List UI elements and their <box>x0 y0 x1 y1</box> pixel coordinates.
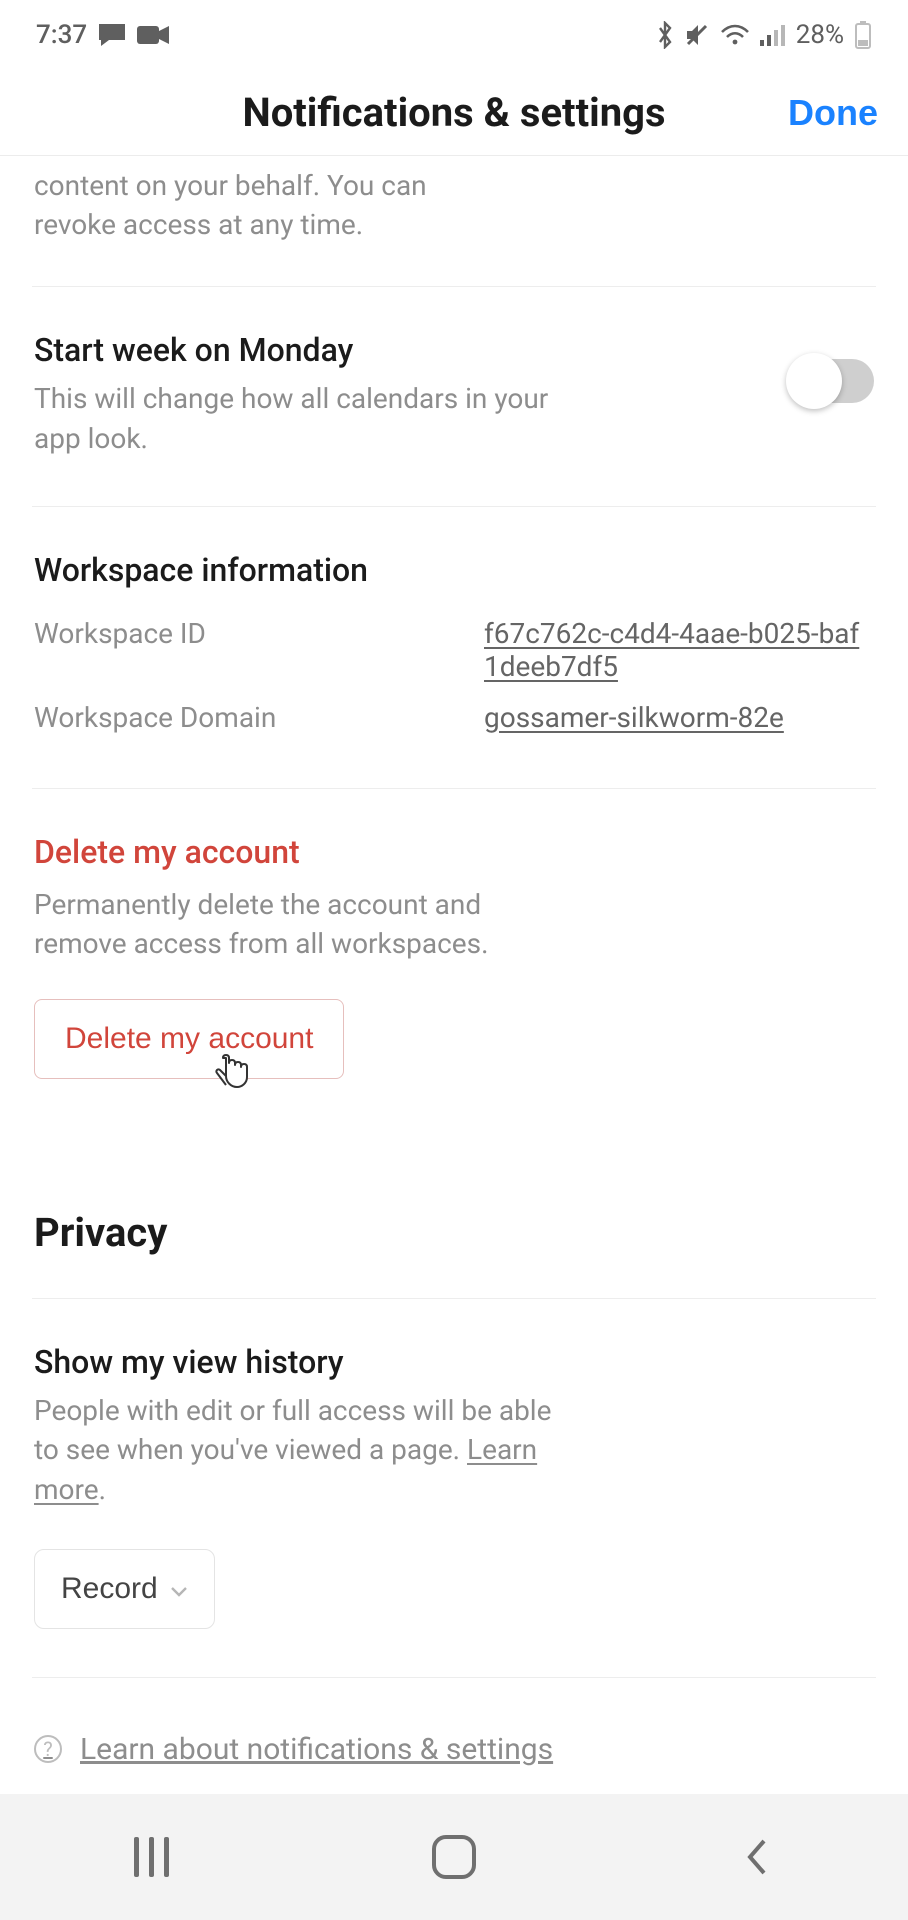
view-history-select[interactable]: Record <box>34 1549 215 1629</box>
partial-setting: content on your behalf. You can revoke a… <box>34 156 874 286</box>
workspace-domain-label: Workspace Domain <box>34 701 454 734</box>
wifi-icon <box>720 24 750 46</box>
delete-account-button[interactable]: Delete my account <box>34 999 344 1079</box>
status-left: 7:37 <box>36 20 169 50</box>
recents-icon <box>134 1837 169 1877</box>
workspace-domain-value[interactable]: gossamer-silkworm-82e <box>484 701 784 734</box>
workspace-section: Workspace information Workspace ID f67c7… <box>34 507 874 788</box>
home-icon <box>432 1835 476 1879</box>
back-icon <box>744 1835 770 1879</box>
page-title: Notifications & settings <box>242 89 665 136</box>
signal-icon <box>760 24 786 46</box>
battery-percent: 28% <box>796 20 844 50</box>
workspace-id-row: Workspace ID f67c762c-c4d4-4aae-b025-baf… <box>34 617 874 683</box>
delete-account-section: Delete my account Permanently delete the… <box>34 789 874 1115</box>
nav-home-button[interactable] <box>374 1835 534 1879</box>
learn-about-text: Learn about notifications & settings <box>80 1732 553 1767</box>
battery-icon <box>854 20 872 50</box>
system-nav-bar <box>0 1794 908 1920</box>
status-bar: 7:37 28% <box>0 0 908 70</box>
view-history-select-label: Record <box>61 1572 158 1606</box>
workspace-id-value[interactable]: f67c762c-c4d4-4aae-b025-baf1deeb7df5 <box>484 617 874 683</box>
bluetooth-icon <box>656 21 674 49</box>
video-icon <box>137 24 169 46</box>
workspace-heading: Workspace information <box>34 551 874 589</box>
partial-setting-desc: content on your behalf. You can revoke a… <box>34 156 504 286</box>
status-right: 28% <box>656 20 872 50</box>
start-week-desc: This will change how all calendars in yo… <box>34 379 594 457</box>
page-header: Notifications & settings Done <box>0 70 908 156</box>
workspace-id-label: Workspace ID <box>34 617 454 683</box>
toggle-knob <box>786 353 842 409</box>
view-history-title: Show my view history <box>34 1343 874 1381</box>
delete-account-desc: Permanently delete the account and remov… <box>34 885 574 963</box>
start-week-title: Start week on Monday <box>34 331 594 369</box>
status-clock: 7:37 <box>36 20 87 50</box>
delete-account-title: Delete my account <box>34 833 874 871</box>
start-week-row: Start week on Monday This will change ho… <box>34 287 874 505</box>
chat-icon <box>97 22 127 48</box>
mute-icon <box>684 22 710 48</box>
privacy-heading: Privacy <box>34 1115 874 1298</box>
chevron-down-icon <box>170 1572 188 1606</box>
start-week-toggle[interactable] <box>788 359 874 403</box>
help-icon: ? <box>34 1735 62 1763</box>
nav-back-button[interactable] <box>677 1835 837 1879</box>
nav-recents-button[interactable] <box>71 1837 231 1877</box>
view-history-row: Show my view history People with edit or… <box>34 1299 874 1677</box>
workspace-domain-row: Workspace Domain gossamer-silkworm-82e <box>34 701 874 734</box>
done-button[interactable]: Done <box>788 92 878 134</box>
content: content on your behalf. You can revoke a… <box>0 156 908 1827</box>
view-history-desc: People with edit or full access will be … <box>34 1391 574 1509</box>
